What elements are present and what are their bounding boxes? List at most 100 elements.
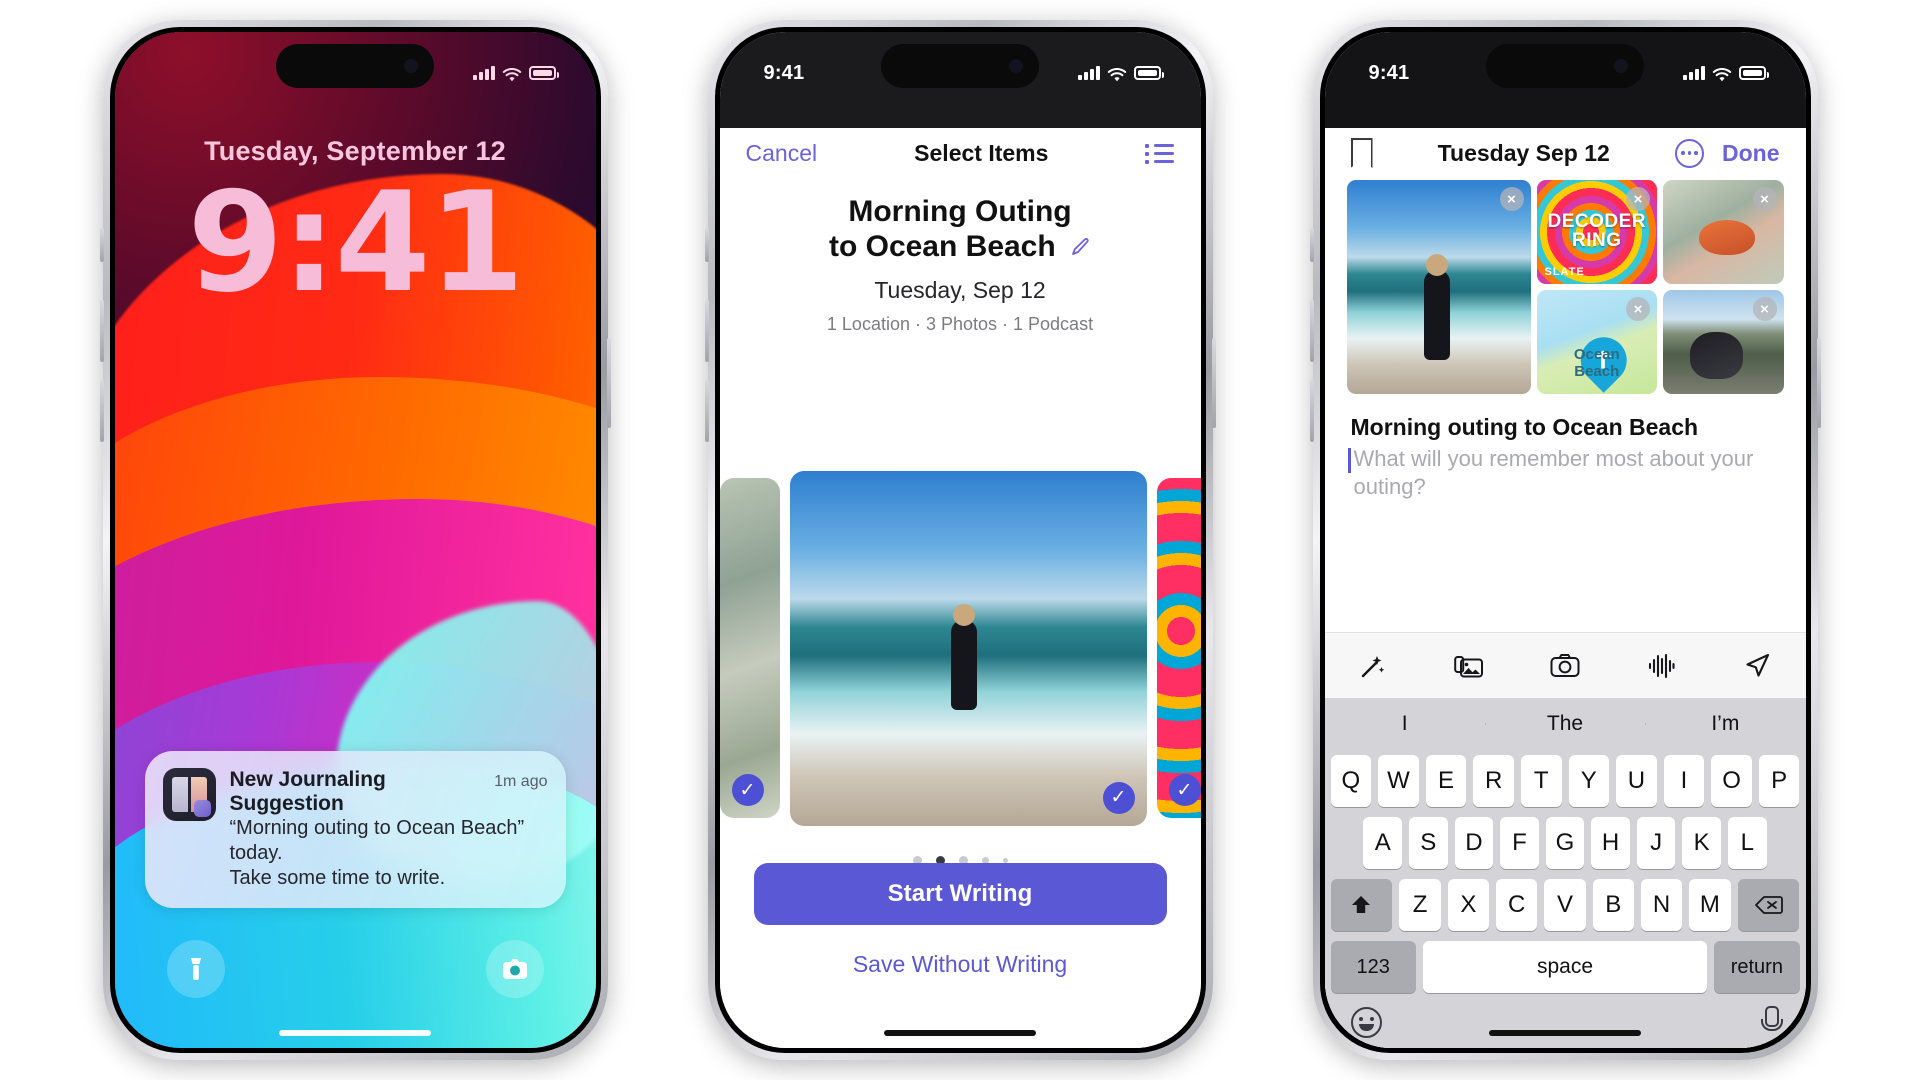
- volume-down-button[interactable]: [1309, 380, 1314, 442]
- entry-editor[interactable]: Morning outing to Ocean Beach What will …: [1325, 394, 1806, 501]
- media-dog-photo[interactable]: ×: [1663, 290, 1784, 394]
- volume-up-button[interactable]: [99, 300, 104, 362]
- emoji-icon[interactable]: [1350, 1006, 1382, 1038]
- volume-up-button[interactable]: [704, 300, 709, 362]
- media-podcast-artwork[interactable]: DECODER RING SLATE ×: [1536, 180, 1657, 284]
- items-carousel[interactable]: ✓ ✓ ✓: [719, 468, 1201, 828]
- remove-media-button[interactable]: ×: [1626, 297, 1650, 321]
- key-F[interactable]: F: [1500, 817, 1539, 869]
- list-view-icon[interactable]: [1145, 143, 1175, 164]
- key-X[interactable]: X: [1447, 879, 1490, 931]
- prediction-3[interactable]: I’m: [1645, 712, 1805, 736]
- remove-media-button[interactable]: ×: [1626, 187, 1650, 211]
- dynamic-island: [276, 44, 434, 88]
- key-I[interactable]: I: [1663, 755, 1705, 807]
- microphone-icon[interactable]: [1760, 1006, 1783, 1038]
- lock-screen: Tuesday, September 12 9:41 New Journalin…: [114, 32, 596, 1048]
- battery-icon: [1738, 66, 1769, 80]
- key-L[interactable]: L: [1727, 817, 1767, 869]
- volume-up-button[interactable]: [1309, 300, 1314, 362]
- power-button[interactable]: [1816, 338, 1821, 428]
- key-C[interactable]: C: [1496, 879, 1538, 931]
- volume-down-button[interactable]: [99, 380, 104, 442]
- carousel-item-rocks-photo[interactable]: ✓: [719, 478, 780, 818]
- key-Z[interactable]: Z: [1399, 879, 1441, 931]
- camera-icon[interactable]: [1548, 651, 1582, 681]
- status-indicators: [1682, 66, 1769, 81]
- remove-media-button[interactable]: ×: [1752, 187, 1777, 211]
- shift-key[interactable]: [1330, 879, 1393, 931]
- camera-button[interactable]: [485, 940, 544, 998]
- magic-wand-icon[interactable]: [1356, 651, 1390, 681]
- media-ocean-beach-map[interactable]: Ocean Beach ×: [1536, 290, 1657, 394]
- suggestion-title-line-1: Morning Outing: [848, 195, 1072, 228]
- selected-check-icon: ✓: [731, 774, 764, 806]
- key-E[interactable]: E: [1425, 755, 1467, 807]
- key-G[interactable]: G: [1545, 817, 1585, 869]
- media-shell-photo[interactable]: ×: [1663, 180, 1784, 284]
- mute-switch[interactable]: [704, 228, 709, 262]
- key-R[interactable]: R: [1473, 755, 1514, 807]
- predictive-text-bar: I The I’m: [1325, 698, 1806, 750]
- ellipsis-circle-icon[interactable]: [1675, 138, 1704, 168]
- audio-waveform-icon[interactable]: [1644, 651, 1678, 681]
- wifi-icon: [502, 66, 522, 81]
- key-O[interactable]: O: [1711, 755, 1752, 807]
- carousel-item-podcast-artwork[interactable]: ✓: [1156, 478, 1201, 818]
- journaling-suggestion-notification[interactable]: New Journaling Suggestion 1m ago “Mornin…: [144, 751, 566, 908]
- start-writing-button[interactable]: Start Writing: [753, 863, 1167, 925]
- key-V[interactable]: V: [1544, 879, 1586, 931]
- journal-entry-screen: 9:41 Tuesday Sep 12 Done × DECODER RING …: [1324, 32, 1806, 1048]
- backspace-key[interactable]: [1737, 879, 1800, 931]
- key-Q[interactable]: Q: [1330, 755, 1372, 807]
- prediction-1[interactable]: I: [1325, 712, 1485, 736]
- pencil-icon[interactable]: [1070, 232, 1091, 267]
- key-B[interactable]: B: [1592, 879, 1634, 931]
- key-A[interactable]: A: [1363, 817, 1403, 869]
- flashlight-button[interactable]: [166, 940, 225, 998]
- space-key[interactable]: space: [1422, 941, 1708, 993]
- podcast-title-line-2: RING: [1572, 229, 1622, 251]
- done-button[interactable]: Done: [1722, 140, 1780, 167]
- media-beach-runner-photo[interactable]: ×: [1346, 180, 1531, 394]
- prediction-2[interactable]: The: [1484, 712, 1645, 736]
- suggestion-date: Tuesday, Sep 12: [874, 276, 1046, 303]
- key-S[interactable]: S: [1409, 817, 1448, 869]
- volume-down-button[interactable]: [704, 380, 709, 442]
- status-indicators: [1077, 66, 1164, 81]
- key-J[interactable]: J: [1636, 817, 1676, 869]
- power-button[interactable]: [606, 338, 611, 428]
- return-key[interactable]: return: [1714, 941, 1800, 993]
- key-D[interactable]: D: [1454, 817, 1494, 869]
- mute-switch[interactable]: [1309, 228, 1314, 262]
- numbers-key[interactable]: 123: [1330, 941, 1416, 993]
- remove-media-button[interactable]: ×: [1499, 187, 1524, 211]
- entry-placeholder: What will you remember most about your o…: [1347, 445, 1780, 501]
- cancel-button[interactable]: Cancel: [746, 140, 818, 167]
- home-indicator[interactable]: [1489, 1030, 1641, 1036]
- key-M[interactable]: M: [1689, 879, 1731, 931]
- location-arrow-icon[interactable]: [1740, 651, 1774, 681]
- key-P[interactable]: P: [1758, 755, 1800, 807]
- phone-journal-entry: 9:41 Tuesday Sep 12 Done × DECODER RING …: [1309, 20, 1821, 1060]
- key-T[interactable]: T: [1520, 755, 1562, 807]
- key-K[interactable]: K: [1682, 817, 1721, 869]
- home-indicator[interactable]: [884, 1030, 1036, 1036]
- notification-line-2: Take some time to write.: [229, 867, 446, 889]
- save-without-writing-button[interactable]: Save Without Writing: [754, 951, 1167, 978]
- bookmark-icon[interactable]: [1351, 138, 1373, 168]
- key-Y[interactable]: Y: [1568, 755, 1610, 807]
- carousel-item-beach-runner-photo[interactable]: ✓: [789, 470, 1147, 826]
- status-time: 9:41: [1368, 61, 1410, 84]
- key-H[interactable]: H: [1591, 817, 1630, 869]
- remove-media-button[interactable]: ×: [1752, 297, 1777, 321]
- phone-bezel: 9:41 Cancel Select Items Morning Outing …: [714, 27, 1206, 1053]
- key-U[interactable]: U: [1616, 755, 1657, 807]
- photos-icon[interactable]: [1452, 651, 1486, 681]
- power-button[interactable]: [1211, 338, 1216, 428]
- key-N[interactable]: N: [1640, 879, 1683, 931]
- notification-body: New Journaling Suggestion 1m ago “Mornin…: [230, 768, 548, 891]
- home-indicator[interactable]: [279, 1030, 431, 1036]
- mute-switch[interactable]: [99, 228, 104, 262]
- key-W[interactable]: W: [1378, 755, 1419, 807]
